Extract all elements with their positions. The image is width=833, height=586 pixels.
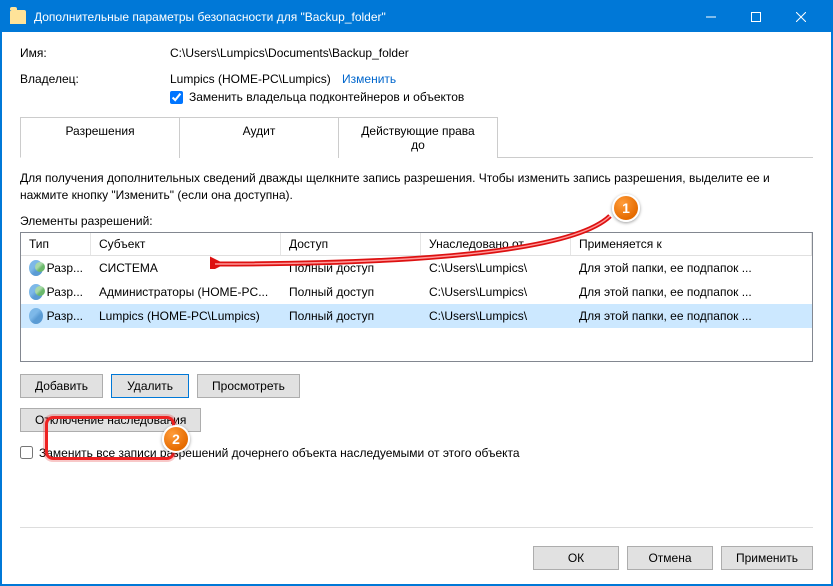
- view-button[interactable]: Просмотреть: [197, 374, 300, 398]
- security-dialog: Дополнительные параметры безопасности дл…: [0, 0, 833, 586]
- cell-inherited: C:\Users\Lumpics\: [421, 307, 571, 325]
- apply-button[interactable]: Применить: [721, 546, 813, 570]
- owner-label: Владелец:: [20, 72, 170, 104]
- cell-type: Разр...: [47, 285, 83, 299]
- cancel-button[interactable]: Отмена: [627, 546, 713, 570]
- table-row[interactable]: Разр... Lumpics (HOME-PC\Lumpics)Полный д…: [21, 304, 812, 328]
- tab-audit[interactable]: Аудит: [179, 117, 339, 158]
- minimize-button[interactable]: [688, 2, 733, 32]
- replace-owner-checkbox[interactable]: [170, 91, 183, 104]
- annotation-arrow: [210, 214, 615, 269]
- titlebar: Дополнительные параметры безопасности дл…: [2, 2, 831, 32]
- user-icon: [29, 260, 43, 276]
- user-icon: [29, 284, 43, 300]
- cell-applies: Для этой папки, ее подпапок ...: [571, 283, 812, 301]
- annotation-step2: 2: [162, 425, 190, 453]
- cell-type: Разр...: [47, 261, 83, 275]
- annotation-highlight-add: [45, 416, 175, 460]
- change-owner-link[interactable]: Изменить: [342, 72, 396, 86]
- replace-child-checkbox[interactable]: [20, 446, 33, 459]
- maximize-button[interactable]: [733, 2, 778, 32]
- tab-effective[interactable]: Действующие права до: [338, 117, 498, 158]
- cell-subject: Администраторы (HOME-PC...: [91, 283, 281, 301]
- cell-inherited: C:\Users\Lumpics\: [421, 283, 571, 301]
- folder-icon: [10, 10, 26, 24]
- cell-access: Полный доступ: [281, 307, 421, 325]
- window-title: Дополнительные параметры безопасности дл…: [34, 10, 688, 24]
- annotation-step1: 1: [612, 194, 640, 222]
- col-type[interactable]: Тип: [21, 233, 91, 255]
- owner-value: Lumpics (HOME-PC\Lumpics): [170, 72, 331, 86]
- table-row[interactable]: Разр... Администраторы (HOME-PC...Полный …: [21, 280, 812, 304]
- help-text: Для получения дополнительных сведений дв…: [20, 170, 813, 204]
- tabs: Разрешения Аудит Действующие права до: [20, 116, 813, 158]
- cell-subject: Lumpics (HOME-PC\Lumpics): [91, 307, 281, 325]
- name-value: C:\Users\Lumpics\Documents\Backup_folder: [170, 46, 813, 60]
- name-label: Имя:: [20, 46, 170, 60]
- cell-type: Разр...: [47, 309, 83, 323]
- ok-button[interactable]: ОК: [533, 546, 619, 570]
- add-button[interactable]: Добавить: [20, 374, 103, 398]
- cell-access: Полный доступ: [281, 283, 421, 301]
- separator: [20, 527, 813, 528]
- footer-buttons: ОК Отмена Применить: [533, 546, 813, 570]
- remove-button[interactable]: Удалить: [111, 374, 189, 398]
- cell-applies: Для этой папки, ее подпапок ...: [571, 307, 812, 325]
- close-button[interactable]: [778, 2, 823, 32]
- user-icon: [29, 308, 43, 324]
- tab-permissions[interactable]: Разрешения: [20, 117, 180, 158]
- replace-owner-label: Заменить владельца подконтейнеров и объе…: [189, 90, 464, 104]
